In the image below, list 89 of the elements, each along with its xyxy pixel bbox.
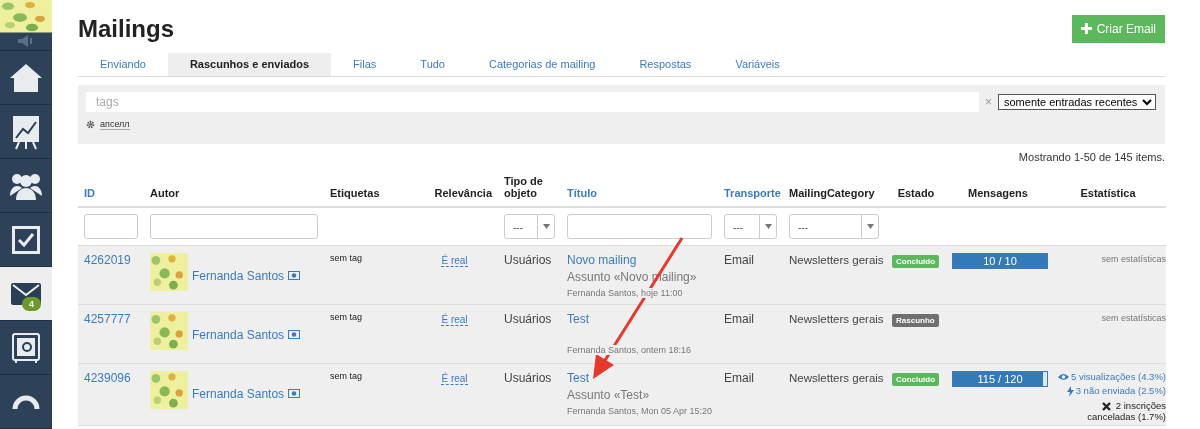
title-link[interactable]: Novo mailing (567, 253, 637, 267)
id-link[interactable]: 4262019 (84, 253, 131, 267)
filter-dropdown[interactable]: --- (789, 214, 879, 239)
status-badge: Rascunho (892, 314, 939, 327)
summary-text: Mostrando 1-50 de 145 items. (1018, 151, 1165, 163)
plus-icon (1080, 23, 1092, 34)
status-badge: Concluído (892, 373, 940, 386)
author-link[interactable]: Fernanda Santos (192, 268, 285, 283)
transport-text: Email (724, 371, 754, 385)
lifebuoy-icon (11, 394, 41, 409)
column-header: Etiquetas (330, 187, 380, 199)
column-header: Relevância (434, 187, 492, 199)
chart-icon (11, 113, 41, 150)
no-stats-text: sem estatísticas (1101, 254, 1166, 264)
checkbox-icon (12, 225, 40, 254)
lightning-icon (1066, 386, 1074, 397)
caret-icon (542, 224, 550, 229)
users-icon (9, 171, 43, 200)
unsubscribes-text: 2 inscrições canceladas (1.7%) (1087, 400, 1166, 422)
tab[interactable]: Filas (331, 53, 399, 76)
sort-link[interactable]: ID (84, 187, 95, 199)
relevance-link[interactable]: É real (441, 255, 468, 267)
tab[interactable]: Variáveis (713, 53, 802, 76)
object-type: Usuários (504, 312, 552, 326)
transport-text: Email (724, 312, 754, 326)
object-type: Usuários (504, 253, 552, 267)
tags-text: sem tag (330, 312, 362, 322)
author-date: Fernanda Santos, Mon 05 Apr 15:20 (567, 406, 713, 416)
id-link[interactable]: 4257777 (84, 312, 131, 326)
author-date: Fernanda Santos, ontem 18:16 (567, 345, 692, 355)
eye-icon[interactable] (288, 271, 301, 280)
subject-text: Assunto «Test» (567, 388, 650, 402)
tab[interactable]: Enviando (78, 53, 168, 76)
tab[interactable]: Tudo (398, 53, 467, 76)
clear-button[interactable]: × (985, 95, 992, 109)
progress-bar: 10 / 10 (952, 253, 1048, 269)
category-text: Newsletters gerais (789, 372, 884, 384)
tab[interactable]: Rascunhos e enviados (167, 53, 332, 76)
notification-count: 4 (22, 297, 41, 311)
unsent-link[interactable]: 3 não enviada (2.5%) (1075, 385, 1166, 396)
eye-icon (1057, 373, 1069, 382)
relevance-link[interactable]: É real (441, 314, 468, 326)
filter-dropdown[interactable]: --- (724, 214, 777, 239)
caret-icon (764, 224, 772, 229)
eye-icon[interactable] (288, 330, 301, 339)
tags-text: sem tag (330, 253, 362, 263)
author-link[interactable]: Fernanda Santos (192, 327, 285, 342)
filter-dropdown[interactable]: --- (504, 214, 555, 239)
column-header: Autor (150, 187, 180, 199)
page-title: Mailings (78, 14, 174, 43)
object-type: Usuários (504, 371, 552, 385)
tab[interactable]: Categorias de mailing (467, 53, 618, 76)
column-header: Estado (897, 187, 935, 199)
column-header: Tipo de objeto (504, 175, 543, 199)
progress-bar: 115 / 120 (952, 371, 1048, 387)
sidebar-item[interactable]: 4 (0, 267, 52, 321)
create-email-button[interactable]: Criar Email (1071, 14, 1165, 43)
author-link[interactable]: Fernanda Santos (192, 386, 285, 401)
caret-icon (866, 224, 874, 229)
column-header: Estatística (1080, 187, 1136, 199)
gear-icon (86, 120, 95, 129)
home-icon (8, 61, 44, 94)
eye-icon[interactable] (288, 389, 301, 398)
x-icon (1102, 401, 1112, 411)
relevance-link[interactable]: É real (441, 373, 468, 385)
tags-field[interactable]: tags (86, 92, 979, 112)
speaker-icon[interactable] (17, 35, 35, 48)
title-link[interactable]: Test (567, 371, 589, 385)
transport-text: Email (724, 253, 754, 267)
column-header: Mensagens (968, 187, 1028, 199)
no-stats-text: sem estatísticas (1101, 313, 1166, 323)
filter-field[interactable] (567, 214, 712, 239)
title-link[interactable]: Test (567, 312, 589, 326)
filter-field[interactable] (84, 214, 138, 239)
sort-link[interactable]: Transporte (724, 187, 781, 199)
scope-dropdown[interactable]: somente entradas recentes (998, 94, 1156, 110)
sort-link[interactable]: Título (567, 187, 597, 199)
tab[interactable]: Respostas (617, 53, 714, 76)
category-text: Newsletters gerais (789, 313, 884, 325)
tags-text: sem tag (330, 371, 362, 381)
category-text: Newsletters gerais (789, 254, 884, 266)
saved-filter-link[interactable]: апселл (100, 119, 130, 130)
filter-field[interactable] (150, 214, 318, 239)
safe-icon (12, 332, 40, 363)
author-date: Fernanda Santos, hoje 11:00 (567, 288, 683, 298)
status-badge: Concluído (892, 255, 940, 268)
column-header: MailingCategory (789, 187, 875, 199)
id-link[interactable]: 4239096 (84, 371, 131, 385)
views-link[interactable]: 5 visualizações (4.3%) (1070, 371, 1166, 382)
